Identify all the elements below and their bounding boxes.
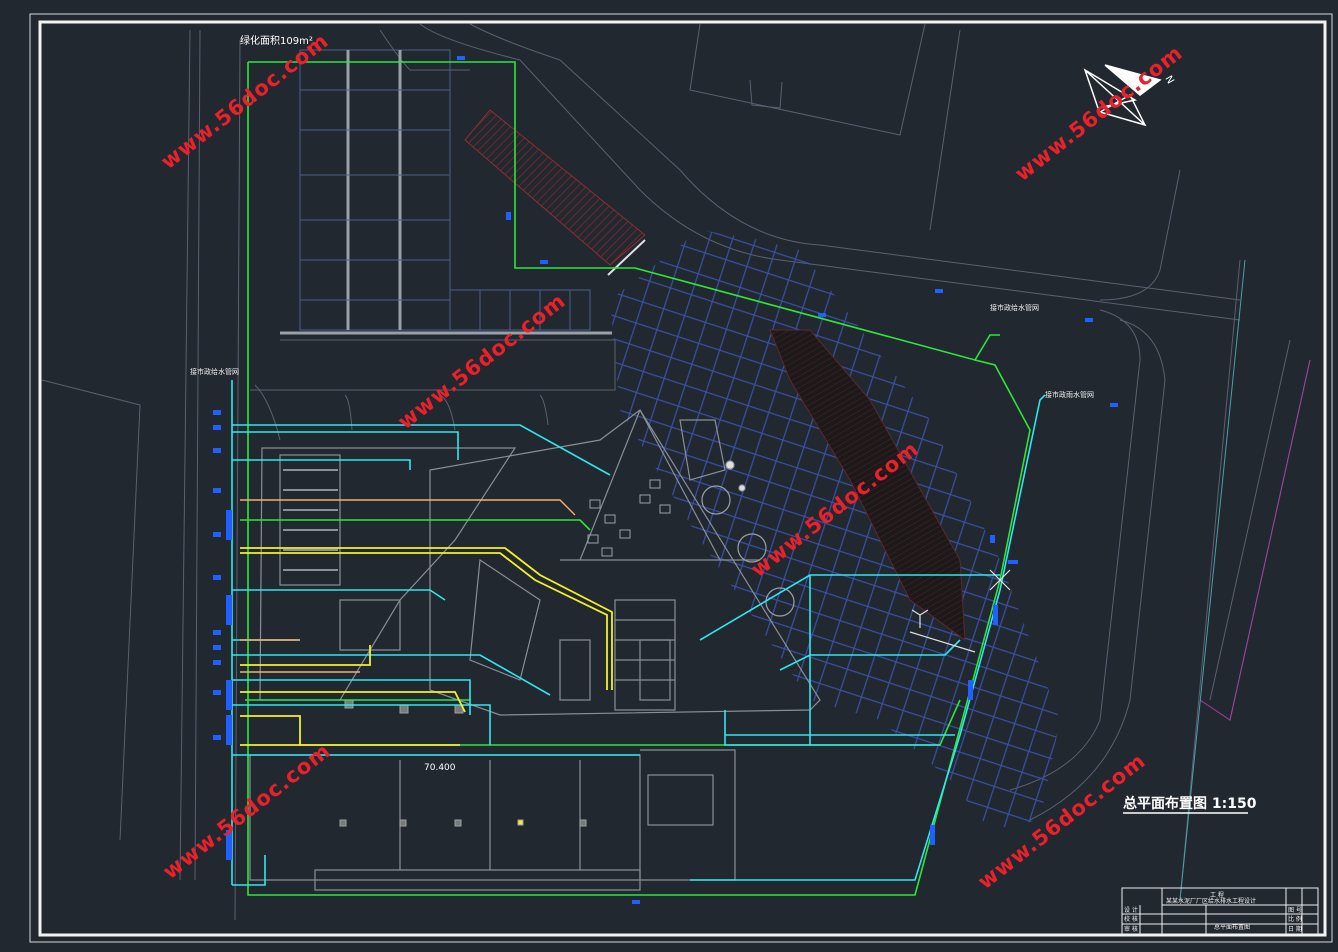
- watermark: www.56doc.com: [393, 288, 570, 434]
- furniture-blocks: [339, 479, 671, 827]
- title-block-col: 日 期: [1288, 925, 1302, 933]
- elevation-label: 70.400: [424, 763, 456, 773]
- title-block-col: 图 号: [1288, 907, 1302, 914]
- title-block-row: 审 核: [1124, 925, 1138, 933]
- east-pipe-label: 接市政雨水管网: [1045, 390, 1094, 399]
- drain-pipe-orange: [240, 499, 576, 673]
- west-pipe-label: 接市政给水管网: [190, 367, 239, 376]
- site-plan-drawing: N 绿化面积109m² 接市政给水管网 接市政给水管网 接市政雨水管网 70.4…: [29, 13, 1333, 943]
- title-block-project: 某某水泥厂厂区给水排水工程设计: [1166, 897, 1256, 905]
- title-block-drawing-name: 总平面布置图: [1214, 923, 1250, 931]
- watermark: www.56doc.com: [1010, 40, 1187, 186]
- hot-water-pipe-yellow: [240, 547, 613, 746]
- watermark: www.56doc.com: [158, 738, 335, 884]
- drawing-title: 总平面布置图 1:150: [1123, 795, 1257, 812]
- title-block-row: 校 核: [1124, 915, 1138, 923]
- title-block-col: 比 例: [1288, 915, 1302, 923]
- northeast-pipe-label: 接市政给水管网: [990, 303, 1039, 312]
- watermark: www.56doc.com: [156, 28, 333, 174]
- title-block-row: 设 计: [1124, 906, 1138, 914]
- hatched-ramp: [464, 109, 646, 266]
- paving-grid: [610, 230, 1060, 830]
